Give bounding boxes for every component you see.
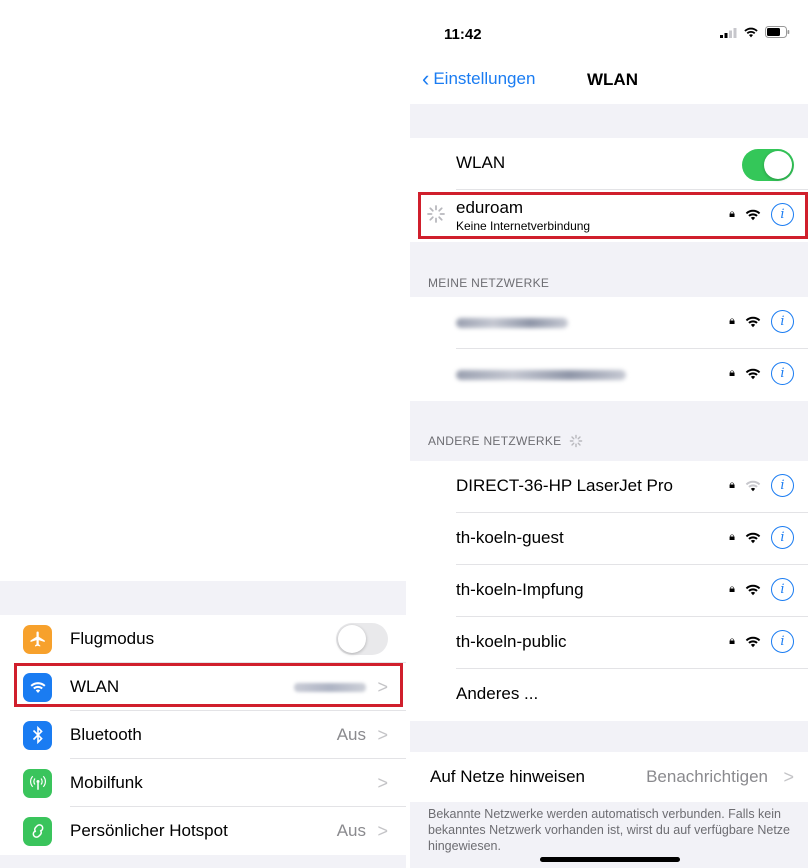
- info-icon[interactable]: i: [771, 474, 794, 497]
- lock-icon: 🔒︎: [729, 479, 735, 491]
- my-network-row[interactable]: 🔒︎ i: [410, 349, 808, 401]
- settings-item-label: Flugmodus: [70, 629, 155, 648]
- flugmodus-toggle[interactable]: [336, 623, 388, 655]
- info-icon[interactable]: i: [771, 526, 794, 549]
- settings-item-label: Bluetooth: [70, 725, 142, 744]
- lock-icon: 🔒︎: [729, 531, 735, 543]
- network-name: th-koeln-public: [456, 632, 567, 651]
- blurred-network-name: [456, 318, 568, 328]
- status-time: 11:42: [444, 26, 482, 43]
- settings-row-flugmodus[interactable]: Flugmodus: [0, 615, 406, 663]
- back-button[interactable]: ‹ Einstellungen: [422, 66, 536, 91]
- bluetooth-icon: [23, 720, 52, 750]
- blurred-network-name: [456, 370, 626, 380]
- status-bar: 11:42: [410, 0, 808, 58]
- wifi-signal-icon: [745, 316, 761, 328]
- settings-row-bluetooth[interactable]: Bluetooth Aus >: [0, 711, 406, 759]
- my-network-row[interactable]: 🔒︎ i: [410, 297, 808, 349]
- wifi-signal-icon: [745, 584, 761, 596]
- ask-join-footnote: Bekannte Netzwerke werden automatisch ve…: [428, 807, 790, 853]
- network-name: th-koeln-guest: [456, 528, 564, 547]
- other-network-row[interactable]: DIRECT-36-HP LaserJet Pro 🔒︎ i: [410, 461, 808, 513]
- settings-item-value: Aus: [336, 725, 366, 744]
- settings-item-label: Persönlicher Hotspot: [70, 821, 228, 840]
- other-network-row[interactable]: th-koeln-Impfung 🔒︎ i: [410, 565, 808, 617]
- network-name: DIRECT-36-HP LaserJet Pro: [456, 476, 673, 495]
- settings-row-mobilfunk[interactable]: Mobilfunk >: [0, 759, 406, 807]
- other-network-label: Anderes ...: [456, 684, 539, 703]
- wlan-toggle-row: WLAN: [410, 138, 808, 190]
- hotspot-icon: [23, 816, 52, 846]
- page-title: WLAN: [587, 70, 638, 89]
- battery-icon: [765, 26, 790, 38]
- my-networks-header: MEINE NETZWERKE: [428, 276, 550, 290]
- ask-join-label: Auf Netze hinweisen: [430, 767, 585, 786]
- chevron-right-icon: >: [377, 820, 388, 841]
- wlan-highlight-box: [14, 663, 403, 707]
- lock-icon: 🔒︎: [729, 367, 735, 379]
- lock-icon: 🔒︎: [729, 315, 735, 327]
- chevron-right-icon: >: [377, 772, 388, 793]
- wifi-signal-icon: [745, 636, 761, 648]
- settings-panel: Flugmodus WLAN > Bluetooth Aus > Mobilfu…: [0, 581, 406, 868]
- other-network-row[interactable]: th-koeln-guest 🔒︎ i: [410, 513, 808, 565]
- status-icons: [720, 26, 790, 38]
- other-networks-header-row: ANDERE NETZWERKE: [428, 434, 583, 448]
- wifi-status-icon: [744, 27, 758, 38]
- my-networks-section: 🔒︎ i 🔒︎ i: [410, 297, 808, 401]
- other-networks-header: ANDERE NETZWERKE: [428, 434, 562, 448]
- loading-spinner-icon: [570, 434, 583, 448]
- lock-icon: 🔒︎: [729, 635, 735, 647]
- wlan-toggle-label: WLAN: [456, 153, 506, 172]
- wlan-panel: 11:42 ‹ Einstellungen WLAN WLAN eduroam …: [410, 0, 808, 868]
- other-networks-section: DIRECT-36-HP LaserJet Pro 🔒︎ i th-koeln-g…: [410, 461, 808, 721]
- settings-item-label: Mobilfunk: [70, 773, 143, 792]
- cellular-icon: [23, 768, 52, 798]
- lock-icon: 🔒︎: [729, 583, 735, 595]
- info-icon[interactable]: i: [771, 578, 794, 601]
- settings-item-value: Aus: [336, 821, 366, 840]
- wifi-signal-icon: [745, 532, 761, 544]
- cellular-signal-icon: [720, 27, 737, 38]
- airplane-icon: [23, 624, 52, 654]
- settings-row-hotspot[interactable]: Persönlicher Hotspot Aus >: [0, 807, 406, 855]
- network-name: th-koeln-Impfung: [456, 580, 584, 599]
- chevron-right-icon: >: [783, 767, 794, 787]
- info-icon[interactable]: i: [771, 310, 794, 333]
- back-label: Einstellungen: [433, 69, 536, 88]
- other-network-row[interactable]: Anderes ...: [410, 669, 808, 721]
- info-icon[interactable]: i: [771, 362, 794, 385]
- settings-list: Flugmodus WLAN > Bluetooth Aus > Mobilfu…: [0, 615, 406, 855]
- nav-bar: ‹ Einstellungen WLAN: [410, 58, 808, 104]
- chevron-right-icon: >: [377, 724, 388, 745]
- connected-highlight-box: [418, 192, 808, 239]
- wifi-signal-icon: [745, 368, 761, 380]
- wifi-signal-icon: [745, 480, 761, 492]
- other-network-row[interactable]: th-koeln-public 🔒︎ i: [410, 617, 808, 669]
- ask-join-row[interactable]: Auf Netze hinweisen Benachrichtigen >: [410, 752, 808, 802]
- home-indicator[interactable]: [540, 857, 680, 862]
- ask-join-value: Benachrichtigen: [646, 767, 768, 786]
- wlan-toggle[interactable]: [742, 149, 794, 181]
- chevron-left-icon: ‹: [422, 66, 430, 91]
- info-icon[interactable]: i: [771, 630, 794, 653]
